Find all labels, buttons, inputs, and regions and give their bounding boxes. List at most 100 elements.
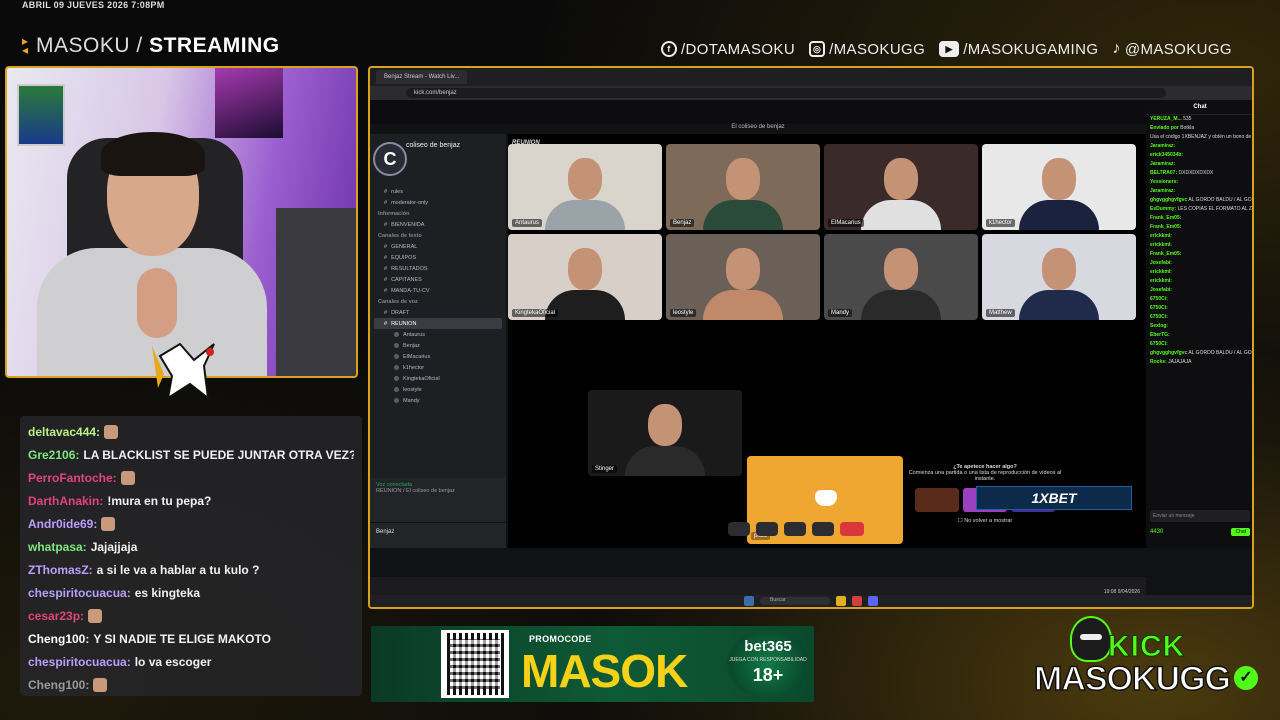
chat-message: chespiritocuacua: es kingteka (28, 581, 354, 604)
hash-icon: # (384, 276, 388, 283)
kick-chat-username[interactable]: Josefabi: (1150, 260, 1172, 266)
channel-item[interactable]: # rules (370, 186, 506, 197)
chat-username[interactable]: ZThomasZ: (28, 563, 93, 577)
kick-chat-input[interactable]: Enviar un mensaje (1150, 510, 1250, 522)
chat-username[interactable]: DarthAnakin: (28, 494, 103, 508)
channel-item[interactable]: # DRAFT (370, 307, 506, 318)
kick-chat-username[interactable]: erick345034b: (1150, 152, 1183, 158)
voice-member[interactable]: ElMacarius (370, 351, 506, 362)
chat-username[interactable]: chespiritocuacua: (28, 586, 131, 600)
channel-item[interactable]: # EQUIPOS (370, 252, 506, 263)
social-instagram[interactable]: ◎ /MASOKUGG (809, 41, 925, 58)
social-facebook[interactable]: f /DOTAMASOKU (660, 41, 795, 58)
mic-button[interactable] (728, 522, 750, 536)
file-explorer-icon[interactable] (836, 596, 846, 606)
windows-start-icon[interactable] (744, 596, 754, 606)
social-tiktok[interactable]: ♪ @MASOKUGG (1112, 40, 1232, 58)
chrome-icon[interactable] (852, 596, 862, 606)
kick-chat-username[interactable]: YERUZA_M... (1150, 116, 1182, 122)
screen-share-button[interactable] (784, 522, 806, 536)
channel-item[interactable]: # moderator-only (370, 197, 506, 208)
kick-chat-username[interactable]: EberTG: (1150, 332, 1170, 338)
chat-username[interactable]: PerroFantoche: (28, 471, 117, 485)
chat-username[interactable]: Gre2106: (28, 448, 79, 462)
video-tile[interactable]: KingtekaOficial (508, 234, 662, 320)
kick-chat-username[interactable]: erickkml: (1150, 278, 1172, 284)
voice-status-panel: Voz conectada REUNION / El coliseo de be… (370, 478, 506, 522)
channel-label: EQUIPOS (391, 254, 417, 261)
browser-address-bar: kick.com/benjaz (370, 86, 1252, 100)
chat-text: LA BLACKLIST SE PUEDE JUNTAR OTRA VEZ? (83, 447, 354, 462)
video-tile[interactable]: ElMacarius (824, 144, 978, 230)
kick-chat-username[interactable]: ghgvgghgvfgvc (1150, 197, 1187, 203)
kick-chat-username[interactable]: EsDummy: (1150, 206, 1176, 212)
kick-chat-username[interactable]: 6750Ci: (1150, 314, 1168, 320)
kick-chat-username[interactable]: erickkml: (1150, 242, 1172, 248)
chat-username[interactable]: deltavac444: (28, 425, 100, 439)
chat-username[interactable]: chespiritocuacua: (28, 655, 131, 669)
kick-chat-username[interactable]: Jaramiraz: (1150, 143, 1175, 149)
guild-icon[interactable]: C (373, 142, 407, 176)
voice-member[interactable]: Mandy (370, 395, 506, 406)
taskbar-search[interactable]: Buscar (760, 597, 830, 605)
video-tile[interactable]: Mandy (824, 234, 978, 320)
voice-member[interactable]: leostyle (370, 384, 506, 395)
channel-item[interactable]: # MANDA-TU-CV (370, 285, 506, 296)
streamer-hair (101, 132, 205, 176)
discord-icon[interactable] (868, 596, 878, 606)
kick-chat-username[interactable]: 6750Ci: (1150, 296, 1168, 302)
kick-chat-username[interactable]: 6750Ci: (1150, 341, 1168, 347)
kick-chat-text: Botkla (1180, 125, 1195, 131)
video-tile[interactable]: Stinger (588, 390, 742, 476)
video-tile[interactable]: Matthew (982, 234, 1136, 320)
url-input[interactable]: kick.com/benjaz (406, 88, 1166, 98)
kick-chat-username[interactable]: erickkml: (1150, 269, 1172, 275)
kick-chat-username[interactable]: Frank_Em05: (1150, 215, 1181, 221)
chat-username[interactable]: Andr0ide69: (28, 517, 97, 531)
kick-chat-username[interactable]: Josefabi: (1150, 287, 1172, 293)
kick-chat-username[interactable]: Sexlog: (1150, 323, 1168, 329)
channel-item[interactable]: # REUNION (374, 318, 502, 329)
kick-chat-username[interactable]: ghgvgghgvfgvc (1150, 350, 1187, 356)
voice-member[interactable]: Benjaz (370, 340, 506, 351)
chat-username[interactable]: Cheng100: (28, 632, 89, 646)
activity-button[interactable] (812, 522, 834, 536)
kick-chat-username[interactable]: Jaramiraz: (1150, 161, 1175, 167)
voice-member[interactable]: KingtekaOficial (370, 373, 506, 384)
kick-chat-send-button[interactable]: Chat (1231, 528, 1250, 536)
kick-chat-username[interactable]: Rocks: (1150, 359, 1167, 365)
browser-tab[interactable]: Benjaz Stream - Watch Liv... (376, 70, 468, 84)
kick-chat-username[interactable]: Frank_Em05: (1150, 224, 1181, 230)
kick-chat-username[interactable]: Enviado por (1150, 125, 1179, 131)
participant-body (861, 200, 941, 230)
disconnect-button[interactable] (840, 522, 864, 536)
kick-chat-footer: 4430 Chat (1150, 526, 1250, 538)
channel-item[interactable]: # GENERAL (370, 241, 506, 252)
activity-checkbox[interactable]: ☐ No volver a mostrar (907, 518, 1063, 524)
camera-button[interactable] (756, 522, 778, 536)
streamer-hand (137, 268, 177, 338)
kick-chat-username[interactable]: BELTRA07: (1150, 170, 1177, 176)
channel-item[interactable]: # BIENVENIDA (370, 219, 506, 230)
voice-member[interactable]: k1hector (370, 362, 506, 373)
voice-member[interactable]: Antaurus (370, 329, 506, 340)
kick-chat-username[interactable]: Jaramiraz: (1150, 188, 1175, 194)
kick-chat-username[interactable]: Frank_Em05: (1150, 251, 1181, 257)
video-tile[interactable]: Antaurus (508, 144, 662, 230)
chat-username[interactable]: Cheng100: (28, 678, 89, 692)
tile-label: Antaurus (512, 219, 543, 227)
chat-username[interactable]: whatpasa: (28, 540, 87, 554)
video-tile[interactable]: k1hector (982, 144, 1136, 230)
chat-username[interactable]: cesar23p: (28, 609, 84, 623)
channel-item[interactable]: # CAPITANES (370, 274, 506, 285)
kick-chat-username[interactable]: Yessioners: (1150, 179, 1178, 185)
activity-card[interactable] (915, 488, 959, 512)
social-youtube[interactable]: ▶ /MASOKUGAMING (939, 41, 1098, 58)
avatar (394, 365, 399, 370)
channel-item[interactable]: # RESULTADOS (370, 263, 506, 274)
video-tile[interactable]: Benjaz (666, 144, 820, 230)
tiktok-icon: ♪ (1112, 40, 1121, 57)
kick-chat-username[interactable]: erickkml: (1150, 233, 1172, 239)
kick-chat-username[interactable]: 6750Ci: (1150, 305, 1168, 311)
video-tile[interactable]: leostyle (666, 234, 820, 320)
